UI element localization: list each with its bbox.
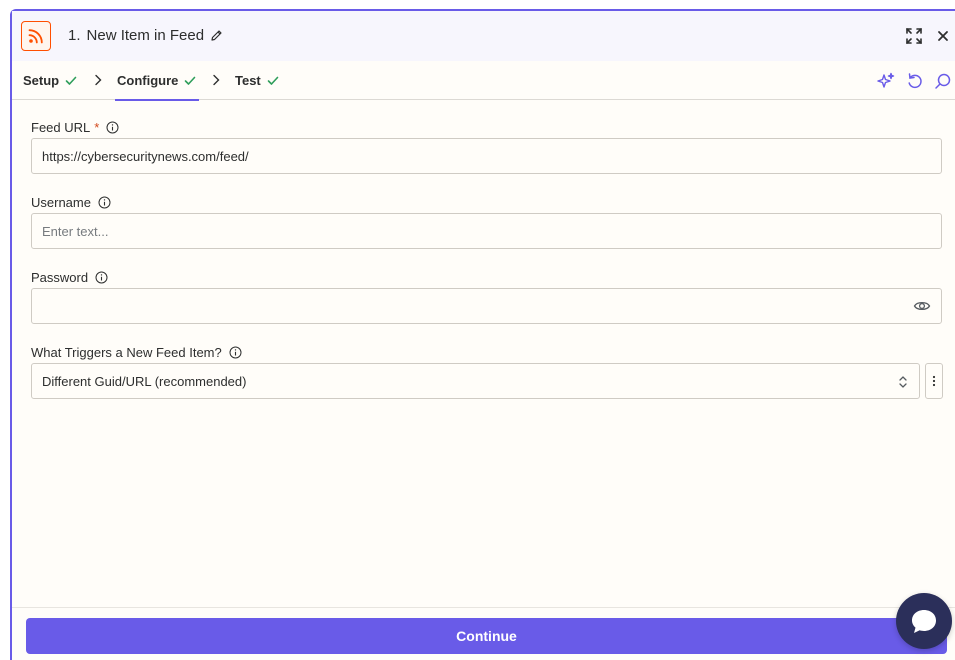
tab-test-label: Test (235, 73, 261, 88)
check-icon (267, 76, 279, 86)
check-icon (65, 76, 77, 86)
tab-setup-label: Setup (23, 73, 60, 88)
continue-button[interactable]: Continue (26, 618, 947, 654)
info-icon[interactable] (95, 271, 108, 284)
tab-configure[interactable]: Configure (115, 61, 200, 101)
updown-icon (897, 374, 909, 390)
username-label-text: Username (31, 195, 91, 210)
expand-icon[interactable] (905, 27, 923, 45)
step-number: 1. (68, 27, 81, 44)
trigger-label: What Triggers a New Feed Item? (31, 345, 242, 360)
trigger-label-text: What Triggers a New Feed Item? (31, 345, 222, 360)
password-label: Password (31, 270, 108, 285)
feed-url-input[interactable]: https://cybersecuritynews.com/feed/ (31, 138, 942, 174)
step-tabs: Setup Configure Test (12, 61, 955, 101)
step-title-text: New Item in Feed (86, 27, 205, 44)
info-icon[interactable] (229, 346, 242, 359)
username-input[interactable]: Enter text... (31, 213, 942, 249)
close-icon[interactable] (936, 29, 950, 43)
kebab-icon[interactable] (925, 363, 943, 399)
rss-icon (21, 21, 51, 51)
username-placeholder: Enter text... (42, 223, 109, 239)
panel-footer: Continue (12, 607, 955, 660)
trigger-value: Different Guid/URL (recommended) (42, 373, 247, 389)
password-label-text: Password (31, 270, 89, 285)
feed-url-label: Feed URL * (31, 120, 119, 135)
step-header: 1. New Item in Feed (12, 11, 955, 61)
username-label: Username (31, 195, 111, 210)
eye-icon[interactable] (913, 299, 931, 313)
password-input[interactable] (31, 288, 942, 324)
search-icon[interactable] (934, 72, 952, 90)
tab-test[interactable]: Test (235, 61, 279, 100)
info-icon[interactable] (98, 196, 111, 209)
required-marker: * (94, 120, 100, 135)
chat-icon[interactable] (896, 593, 952, 649)
check-icon (184, 76, 196, 86)
undo-icon[interactable] (906, 72, 924, 90)
pencil-icon[interactable] (210, 29, 223, 42)
tab-setup[interactable]: Setup (23, 61, 77, 100)
feed-url-value: https://cybersecuritynews.com/feed/ (42, 148, 249, 164)
feed-url-label-text: Feed URL (31, 120, 91, 135)
chevron-right-icon (211, 74, 221, 86)
tab-configure-label: Configure (117, 73, 179, 88)
step-editor-panel: 1. New Item in Feed Setup Configure Test… (10, 9, 955, 660)
step-title: 1. New Item in Feed (68, 27, 223, 44)
trigger-select[interactable]: Different Guid/URL (recommended) (31, 363, 920, 399)
info-icon[interactable] (106, 121, 119, 134)
chevron-right-icon (93, 74, 103, 86)
sparkle-icon[interactable] (877, 72, 895, 90)
